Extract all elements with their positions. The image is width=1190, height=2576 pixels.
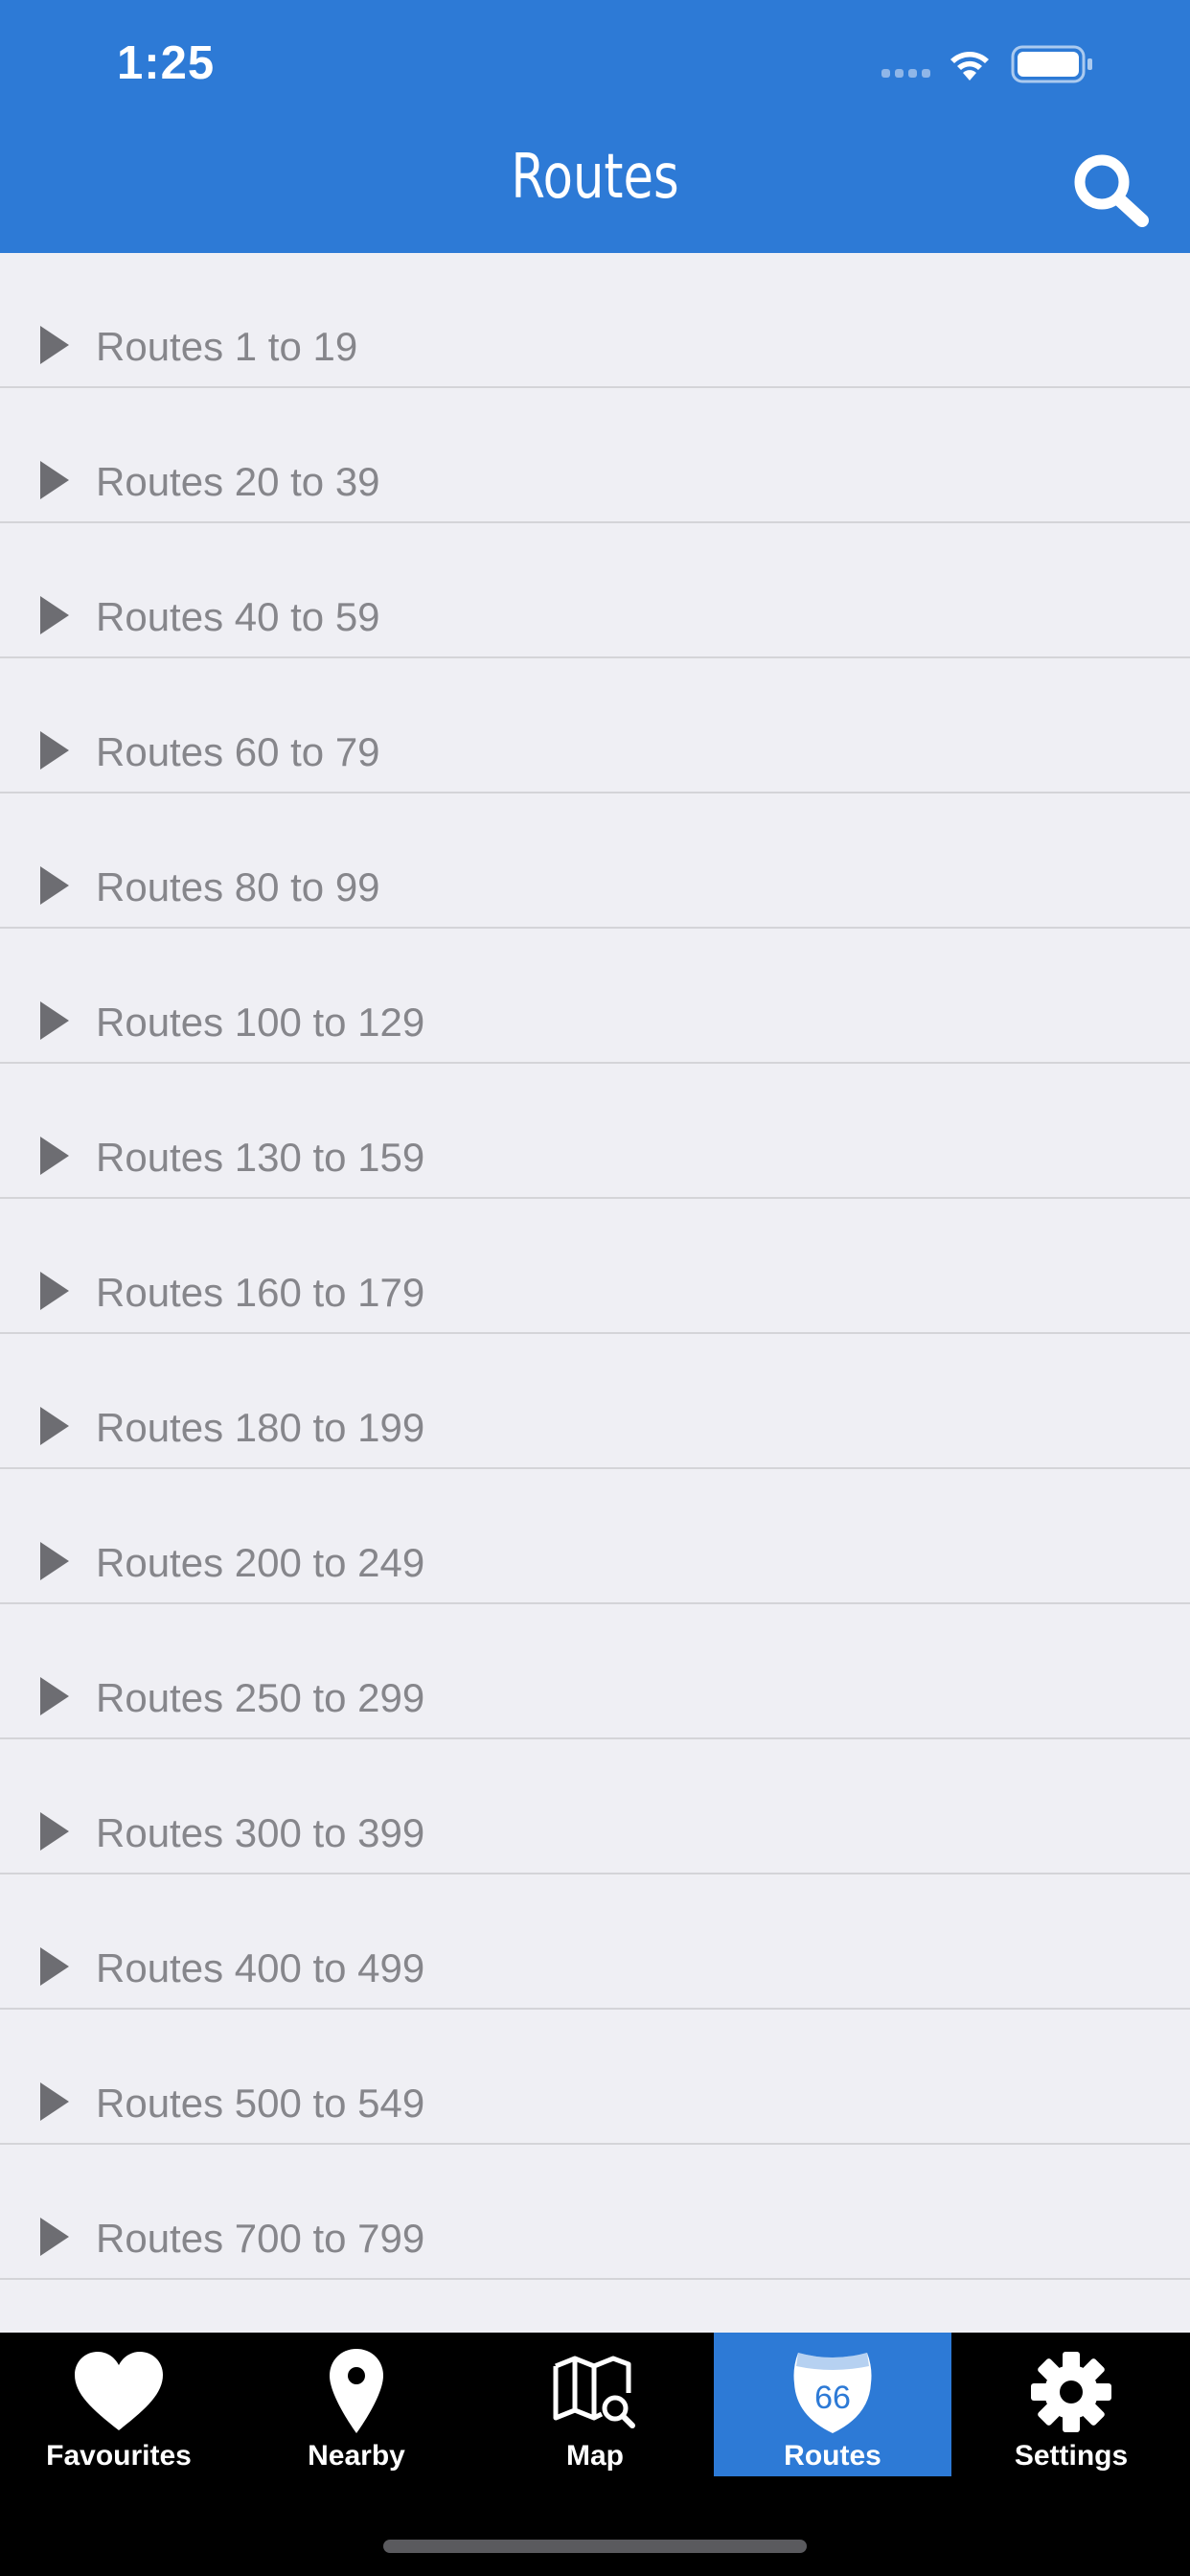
route-group-label: Routes 250 to 299 (96, 1675, 425, 1720)
list-item[interactable]: Routes 250 to 299 (0, 1604, 1190, 1739)
disclosure-triangle-icon (40, 2218, 69, 2256)
disclosure-triangle-icon (40, 866, 69, 905)
tab-label: Nearby (308, 2440, 405, 2472)
route-group-list: Routes 1 to 19 Routes 20 to 39 Routes 40… (0, 253, 1190, 2280)
status-time: 1:25 (117, 37, 216, 89)
heart-icon (75, 2352, 163, 2430)
route-group-label: Routes 40 to 59 (96, 594, 380, 639)
route-group-label: Routes 500 to 549 (96, 2081, 425, 2126)
disclosure-triangle-icon (40, 1137, 69, 1175)
disclosure-triangle-icon (40, 1812, 69, 1851)
tab-label: Favourites (46, 2440, 192, 2472)
list-item[interactable]: Routes 1 to 19 (0, 253, 1190, 388)
tab-favourites[interactable]: Favourites (0, 2333, 238, 2476)
nav-bar: 1:25 Routes (0, 0, 1190, 253)
disclosure-triangle-icon (40, 1001, 69, 1040)
disclosure-triangle-icon (40, 1272, 69, 1310)
tab-label: Settings (1014, 2440, 1129, 2472)
route-group-label: Routes 200 to 249 (96, 1540, 425, 1585)
route-group-label: Routes 160 to 179 (96, 1270, 425, 1315)
list-item[interactable]: Routes 130 to 159 (0, 1064, 1190, 1199)
list-item[interactable]: Routes 700 to 799 (0, 2145, 1190, 2280)
disclosure-triangle-icon (40, 1407, 69, 1445)
route-group-label: Routes 300 to 399 (96, 1810, 425, 1855)
route-group-label: Routes 80 to 99 (96, 864, 380, 909)
status-icons (881, 42, 1131, 88)
list-item[interactable]: Routes 60 to 79 (0, 658, 1190, 794)
route-group-label: Routes 130 to 159 (96, 1135, 425, 1180)
disclosure-triangle-icon (40, 1542, 69, 1580)
tab-nearby[interactable]: Nearby (238, 2333, 475, 2476)
map-search-icon (553, 2356, 635, 2428)
cellular-signal-icon (881, 69, 930, 78)
tab-settings[interactable]: Settings (952, 2333, 1190, 2476)
route-shield-number: 66 (814, 2380, 851, 2416)
tab-map[interactable]: Map (476, 2333, 714, 2476)
home-indicator[interactable] (383, 2540, 807, 2553)
route-group-label: Routes 700 to 799 (96, 2216, 425, 2261)
list-item[interactable]: Routes 80 to 99 (0, 794, 1190, 929)
tab-label: Routes (784, 2440, 881, 2472)
tab-bar: Favourites Nearby Map 66 Routes Settings (0, 2333, 1190, 2576)
route-shield-icon: 66 (793, 2353, 872, 2433)
list-item[interactable]: Routes 20 to 39 (0, 388, 1190, 523)
disclosure-triangle-icon (40, 596, 69, 634)
list-item[interactable]: Routes 100 to 129 (0, 929, 1190, 1064)
disclosure-triangle-icon (40, 1677, 69, 1715)
search-button[interactable] (1071, 151, 1152, 228)
list-item[interactable]: Routes 200 to 249 (0, 1469, 1190, 1604)
list-item[interactable]: Routes 400 to 499 (0, 1874, 1190, 2010)
route-group-label: Routes 400 to 499 (96, 1945, 425, 1990)
battery-icon (1011, 45, 1092, 83)
route-group-label: Routes 1 to 19 (96, 324, 358, 369)
disclosure-triangle-icon (40, 1947, 69, 1986)
wifi-icon (950, 52, 989, 80)
list-item[interactable]: Routes 500 to 549 (0, 2010, 1190, 2145)
route-group-label: Routes 180 to 199 (96, 1405, 425, 1450)
tab-routes[interactable]: 66 Routes (714, 2333, 951, 2476)
search-icon (1074, 154, 1149, 227)
page-title: Routes (511, 142, 679, 213)
gear-icon (1031, 2352, 1111, 2432)
list-item[interactable]: Routes 180 to 199 (0, 1334, 1190, 1469)
disclosure-triangle-icon (40, 461, 69, 499)
disclosure-triangle-icon (40, 2082, 69, 2121)
disclosure-triangle-icon (40, 326, 69, 364)
list-item[interactable]: Routes 160 to 179 (0, 1199, 1190, 1334)
list-item[interactable]: Routes 40 to 59 (0, 523, 1190, 658)
route-group-label: Routes 20 to 39 (96, 459, 380, 504)
route-group-label: Routes 60 to 79 (96, 729, 380, 774)
list-item[interactable]: Routes 300 to 399 (0, 1739, 1190, 1874)
disclosure-triangle-icon (40, 731, 69, 770)
route-group-label: Routes 100 to 129 (96, 1000, 425, 1045)
tab-label: Map (566, 2440, 624, 2472)
location-pin-icon (330, 2349, 383, 2433)
